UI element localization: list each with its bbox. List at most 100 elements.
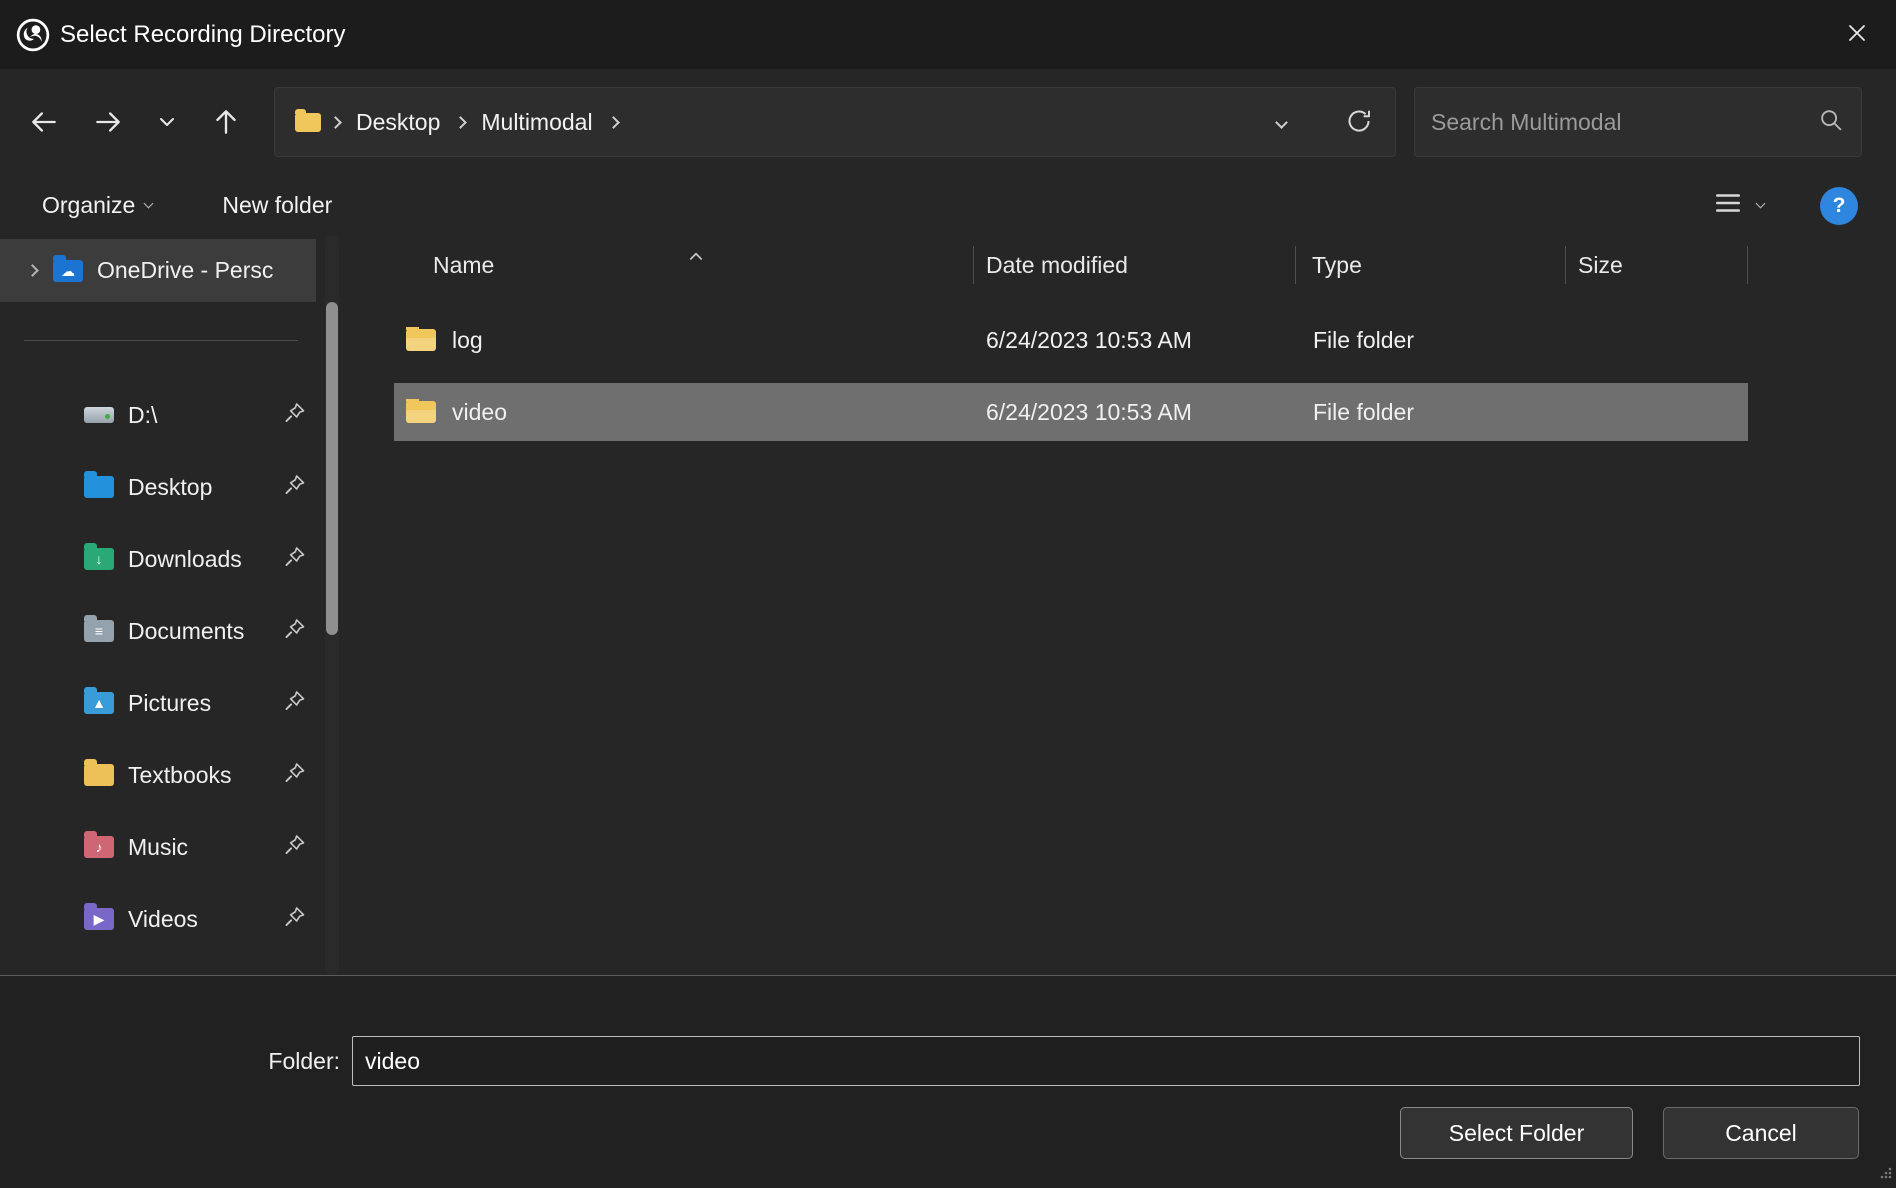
pin-icon: [284, 618, 306, 645]
pin-icon: [284, 546, 306, 573]
sort-ascending-icon: [688, 240, 704, 267]
folder-icon: [406, 401, 436, 423]
file-name: log: [452, 327, 483, 354]
column-header-name[interactable]: Name: [358, 246, 974, 284]
column-label: Size: [1578, 252, 1623, 279]
address-bar[interactable]: Desktop Multimodal: [274, 87, 1396, 157]
column-label: Type: [1312, 252, 1362, 279]
sidebar-item-textbooks[interactable]: Textbooks: [0, 739, 358, 811]
pin-icon: [284, 474, 306, 501]
sidebar-item-pictures[interactable]: ▲ Pictures: [0, 667, 358, 739]
sidebar-item-label: Videos: [128, 906, 198, 933]
file-name: video: [452, 399, 507, 426]
file-type: File folder: [1297, 327, 1567, 354]
breadcrumb-item-multimodal[interactable]: Multimodal: [475, 109, 598, 136]
navigation-bar: Desktop Multimodal: [0, 69, 1896, 175]
sidebar-item-music[interactable]: ♪ Music: [0, 811, 358, 883]
column-label: Date modified: [986, 252, 1128, 279]
sidebar-item-label: Desktop: [128, 474, 212, 501]
pin-icon: [284, 402, 306, 429]
sidebar-item-onedrive[interactable]: ☁ OneDrive - Persc: [0, 239, 316, 302]
sidebar-divider: [24, 340, 298, 341]
content-area: ☁ OneDrive - Persc D:\ Desktop: [0, 236, 1896, 975]
help-button[interactable]: ?: [1820, 187, 1858, 225]
window-title: Select Recording Directory: [60, 21, 345, 49]
column-label: Name: [433, 252, 494, 279]
expand-chevron-icon[interactable]: [26, 264, 39, 277]
folder-icon: [406, 329, 436, 351]
sidebar-item-label: Documents: [128, 618, 244, 645]
sidebar-item-desktop[interactable]: Desktop: [0, 451, 358, 523]
cloud-glyph: ☁: [53, 260, 83, 282]
recent-locations-button[interactable]: [148, 98, 186, 146]
organize-button[interactable]: Organize: [42, 192, 152, 219]
resize-grip[interactable]: [1878, 1165, 1892, 1184]
sidebar-item-drive-d[interactable]: D:\: [0, 379, 358, 451]
sidebar-item-downloads[interactable]: ↓ Downloads: [0, 523, 358, 595]
breadcrumb-item-desktop[interactable]: Desktop: [350, 109, 446, 136]
icon-glyph: ↓: [84, 548, 114, 570]
pin-icon: [284, 906, 306, 933]
navigation-pane: ☁ OneDrive - Persc D:\ Desktop: [0, 236, 358, 975]
command-bar: Organize New folder ?: [0, 175, 1896, 236]
file-row-video[interactable]: video 6/24/2023 10:53 AM File folder: [394, 383, 1748, 441]
downloads-folder-icon: ↓: [84, 548, 114, 570]
videos-folder-icon: ▶: [84, 908, 114, 930]
icon-glyph: ▶: [84, 908, 114, 930]
file-date-modified: 6/24/2023 10:53 AM: [974, 399, 1297, 426]
sidebar-item-videos[interactable]: ▶ Videos: [0, 883, 358, 955]
scrollbar-thumb[interactable]: [326, 302, 338, 635]
folder-name-input[interactable]: [352, 1036, 1860, 1086]
dialog-footer: Folder: Select Folder Cancel: [0, 975, 1896, 1188]
icon-glyph: ▲: [84, 692, 114, 714]
select-recording-directory-dialog: Select Recording Directory Desktop Multi…: [0, 0, 1896, 1188]
music-folder-icon: ♪: [84, 836, 114, 858]
breadcrumb-chevron-icon[interactable]: [455, 116, 468, 129]
close-icon: [1843, 19, 1871, 50]
pin-icon: [284, 762, 306, 789]
pictures-folder-icon: ▲: [84, 692, 114, 714]
forward-button[interactable]: [84, 98, 132, 146]
file-list: Name Date modified Type Size log 6/24/20…: [358, 236, 1896, 975]
search-input[interactable]: [1431, 109, 1817, 136]
icon-glyph: ♪: [84, 836, 114, 858]
titlebar: Select Recording Directory: [0, 0, 1896, 69]
icon-glyph: ≡: [84, 620, 114, 642]
onedrive-folder-icon: ☁: [53, 260, 83, 282]
up-button[interactable]: [202, 98, 250, 146]
details-view-icon: [1713, 188, 1743, 224]
search-icon: [1817, 106, 1845, 139]
close-button[interactable]: [1832, 10, 1882, 60]
pin-icon: [284, 690, 306, 717]
icon-glyph: [84, 764, 114, 786]
sidebar-item-label: Downloads: [128, 546, 242, 573]
back-button[interactable]: [20, 98, 68, 146]
refresh-button[interactable]: [1337, 100, 1381, 144]
column-header-spacer: [1748, 246, 1896, 284]
search-box: [1414, 87, 1862, 157]
column-header-type[interactable]: Type: [1296, 246, 1566, 284]
breadcrumb-chevron-icon[interactable]: [329, 116, 342, 129]
sidebar-scrollbar[interactable]: [325, 236, 339, 975]
address-dropdown-button[interactable]: [1259, 100, 1303, 144]
breadcrumb-chevron-icon[interactable]: [607, 116, 620, 129]
sidebar-item-label: Music: [128, 834, 188, 861]
new-folder-button[interactable]: New folder: [222, 192, 332, 219]
file-list-header: Name Date modified Type Size: [358, 236, 1896, 294]
sidebar-item-documents[interactable]: ≡ Documents: [0, 595, 358, 667]
file-row-log[interactable]: log 6/24/2023 10:53 AM File folder: [394, 311, 1748, 369]
file-date-modified: 6/24/2023 10:53 AM: [974, 327, 1297, 354]
select-folder-button[interactable]: Select Folder: [1400, 1107, 1633, 1159]
chevron-down-icon: [144, 199, 154, 209]
column-header-date-modified[interactable]: Date modified: [974, 246, 1296, 284]
icon-glyph: [84, 476, 114, 498]
chevron-down-icon: [1275, 116, 1288, 129]
refresh-icon: [1344, 106, 1374, 139]
folder-label: Folder:: [232, 1048, 352, 1075]
pinned-items-list: D:\ Desktop ↓ Downloads: [0, 379, 358, 955]
cancel-button[interactable]: Cancel: [1663, 1107, 1859, 1159]
documents-folder-icon: ≡: [84, 620, 114, 642]
chevron-down-icon: [1756, 199, 1766, 209]
column-header-size[interactable]: Size: [1566, 246, 1748, 284]
view-options-button[interactable]: [1713, 188, 1764, 224]
